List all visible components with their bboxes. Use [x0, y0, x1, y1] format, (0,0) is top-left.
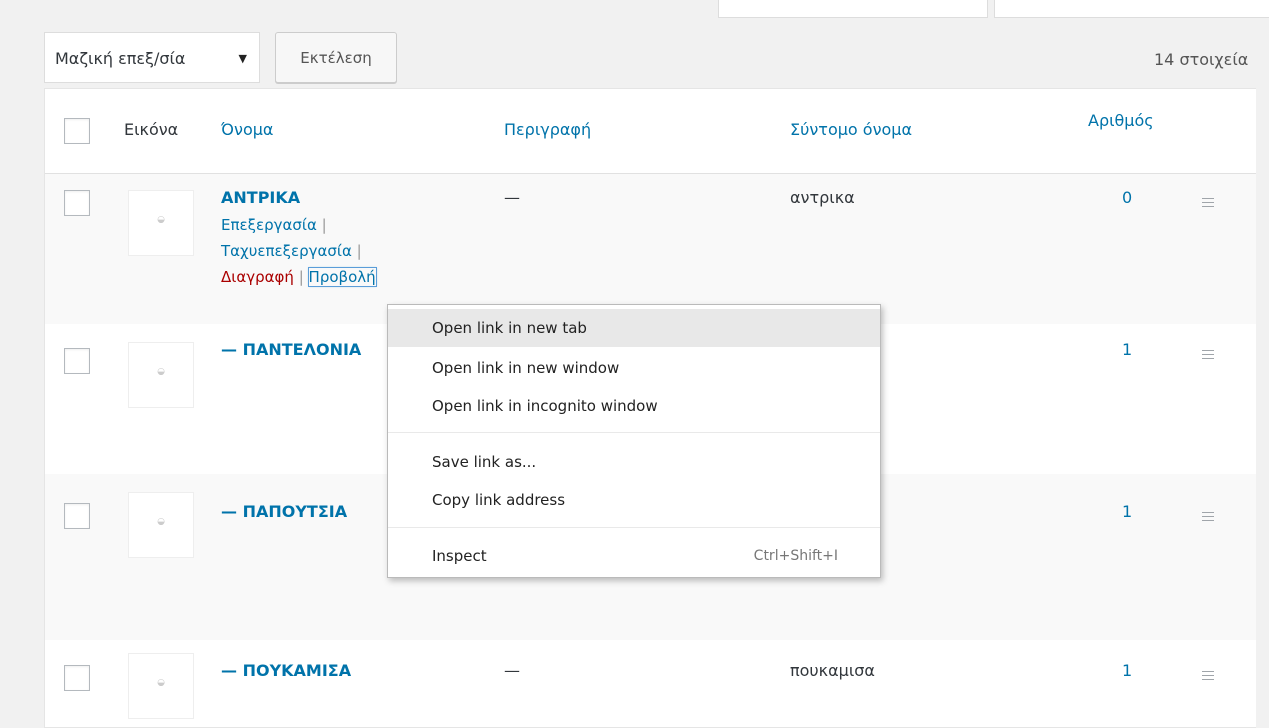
category-count-link[interactable]: 1 [1122, 661, 1132, 680]
category-thumbnail: ◒ [128, 342, 194, 408]
menu-item-label: Open link in new tab [432, 319, 587, 337]
column-slug[interactable]: Σύντομο όνομα [790, 120, 912, 139]
bulk-action-label: Μαζική επεξ/σία [55, 49, 186, 68]
quick-edit-link[interactable]: Ταχυεπεξεργασία [221, 242, 352, 260]
category-thumbnail: ◒ [128, 492, 194, 558]
menu-divider [388, 527, 880, 528]
category-name-link[interactable]: — ΠΑΠΟΥΤΣΙΑ [221, 502, 347, 521]
drag-handle-icon[interactable] [1202, 671, 1214, 683]
drag-handle-icon[interactable] [1202, 512, 1214, 524]
column-description[interactable]: Περιγραφή [504, 120, 591, 139]
category-name-link[interactable]: ΑΝΤΡΙΚΑ [221, 188, 300, 207]
menu-item-save-link-as[interactable]: Save link as... [388, 443, 880, 481]
category-count-link[interactable]: 1 [1122, 502, 1132, 521]
select-all-checkbox[interactable] [64, 118, 90, 144]
separator: | [356, 242, 362, 260]
menu-item-label: Open link in new window [432, 359, 620, 377]
category-name-link[interactable]: — ΠΟΥΚΑΜΙΣΑ [221, 661, 351, 680]
row-checkbox[interactable] [64, 190, 90, 216]
menu-item-inspect[interactable]: Inspect Ctrl+Shift+I [388, 537, 880, 575]
category-slug: αντρικα [790, 188, 855, 207]
chevron-down-icon: ▼ [238, 52, 247, 65]
drag-handle-icon[interactable] [1202, 350, 1214, 362]
row-actions: Επεξεργασία | Ταχυεπεξεργασία | Διαγραφή… [221, 212, 377, 290]
column-name[interactable]: Όνομα [221, 120, 273, 139]
category-count-link[interactable]: 1 [1122, 340, 1132, 359]
row-checkbox[interactable] [64, 348, 90, 374]
menu-divider [388, 432, 880, 433]
image-placeholder-icon: ◒ [157, 678, 165, 688]
column-image: Εικόνα [124, 120, 179, 139]
category-count-link[interactable]: 0 [1122, 188, 1132, 207]
menu-item-copy-link-address[interactable]: Copy link address [388, 481, 880, 519]
category-slug: πουκαμισα [790, 661, 875, 680]
image-placeholder-icon: ◒ [157, 367, 165, 377]
separator: | [298, 268, 304, 286]
image-placeholder-icon: ◒ [157, 215, 165, 225]
menu-item-open-new-tab[interactable]: Open link in new tab [388, 309, 880, 347]
menu-item-label: Save link as... [432, 453, 537, 471]
edit-link[interactable]: Επεξεργασία [221, 216, 317, 234]
menu-item-shortcut: Ctrl+Shift+I [753, 548, 838, 564]
drag-handle-icon[interactable] [1202, 198, 1214, 210]
table-row: ◒ ΑΝΤΡΙΚΑ Επεξεργασία | Ταχυεπεξεργασία … [45, 174, 1256, 324]
category-description: — [504, 661, 520, 680]
separator: | [321, 216, 327, 234]
item-count: 14 στοιχεία [1154, 50, 1249, 69]
category-thumbnail: ◒ [128, 653, 194, 719]
category-thumbnail: ◒ [128, 190, 194, 256]
image-placeholder-icon: ◒ [157, 517, 165, 527]
column-count[interactable]: Αριθμός [1088, 111, 1154, 130]
menu-item-label: Inspect [432, 547, 487, 565]
category-name-link[interactable]: — ΠΑΝΤΕΛΟΝΙΑ [221, 340, 361, 359]
row-checkbox[interactable] [64, 503, 90, 529]
menu-item-open-new-window[interactable]: Open link in new window [388, 349, 880, 387]
link-context-menu: Open link in new tab Open link in new wi… [387, 304, 881, 578]
view-link[interactable]: Προβολή [307, 267, 377, 287]
menu-item-open-incognito[interactable]: Open link in incognito window [388, 387, 880, 425]
row-checkbox[interactable] [64, 665, 90, 691]
top-search-box[interactable] [994, 0, 1269, 18]
menu-item-label: Copy link address [432, 491, 566, 509]
delete-link[interactable]: Διαγραφή [221, 268, 294, 286]
top-input-box[interactable] [718, 0, 988, 18]
menu-item-label: Open link in incognito window [432, 397, 658, 415]
bulk-action-select[interactable]: Μαζική επεξ/σία ▼ [44, 32, 260, 83]
apply-button[interactable]: Εκτέλεση [275, 32, 397, 83]
category-description: — [504, 188, 520, 207]
table-header: Εικόνα Όνομα Περιγραφή Σύντομο όνομα Αρι… [45, 89, 1256, 174]
table-row: ◒ — ΠΟΥΚΑΜΙΣΑ — πουκαμισα 1 [45, 640, 1256, 727]
